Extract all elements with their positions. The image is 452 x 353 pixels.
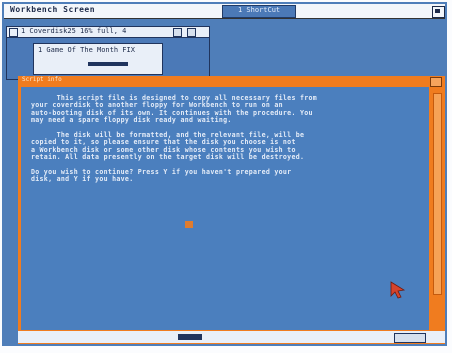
drawer-title-bar[interactable]: 1 Coverdisk25 16% full, 4 — [7, 27, 209, 38]
screen-frame: Workbench Screen 1 ShortCut 1 Coverdisk2… — [2, 2, 447, 346]
horizontal-scrollbar[interactable] — [18, 331, 445, 343]
zoom-icon[interactable] — [173, 28, 182, 37]
script-window[interactable]: Script info This script file is designed… — [18, 76, 445, 344]
screen-title: Workbench Screen — [10, 5, 96, 14]
disk-icon-bar — [88, 62, 128, 66]
depth-icon[interactable] — [430, 77, 442, 87]
text-cursor — [185, 221, 193, 228]
mouse-pointer-icon — [390, 281, 406, 299]
drawer-title: 1 Coverdisk25 16% full, 4 — [21, 27, 127, 35]
horizontal-scroll-knob[interactable] — [178, 334, 202, 340]
disk-icon[interactable]: 1 Game Of The Month FIX — [33, 43, 163, 75]
close-icon[interactable] — [9, 28, 18, 37]
scroll-arrow-icon[interactable] — [394, 333, 426, 343]
script-text-area[interactable]: This script file is designed to copy all… — [21, 87, 429, 330]
vertical-scrollbar[interactable] — [432, 87, 442, 330]
disk-icon-label: 1 Game Of The Month FIX — [38, 46, 135, 54]
screen-depth-icon[interactable] — [432, 6, 445, 18]
vertical-scroll-knob[interactable] — [433, 93, 442, 295]
script-text: This script file is designed to copy all… — [31, 94, 318, 184]
drawer-window[interactable]: 1 Coverdisk25 16% full, 4 1 Game Of The … — [6, 26, 210, 80]
script-title-bar[interactable]: Script info — [18, 76, 445, 87]
screen-title-bar[interactable]: Workbench Screen 1 ShortCut — [4, 4, 445, 19]
script-window-title: Script info — [22, 76, 62, 83]
depth-icon[interactable] — [187, 28, 196, 37]
shortcut-label: 1 ShortCut — [238, 6, 281, 14]
